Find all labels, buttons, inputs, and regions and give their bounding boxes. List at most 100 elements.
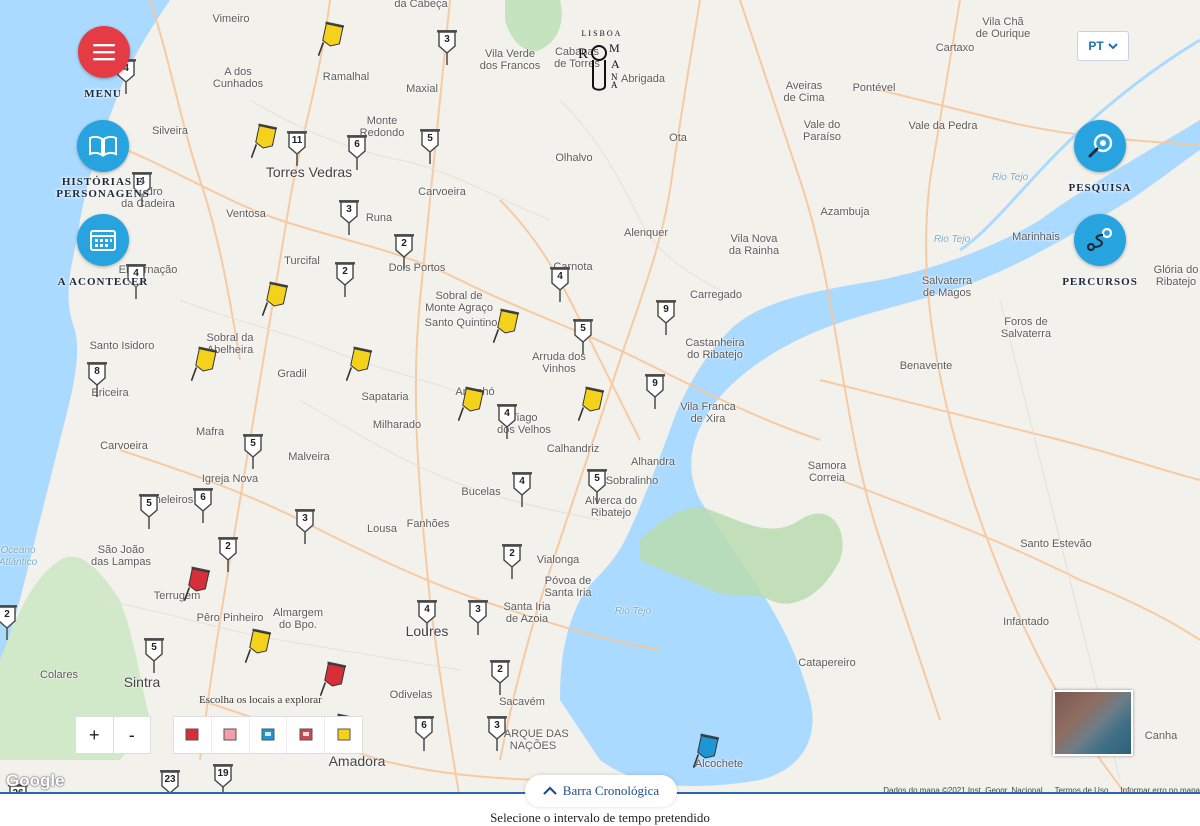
- heritage-flag-marker[interactable]: [250, 122, 278, 162]
- zoom-controls: + -: [75, 716, 151, 754]
- location-cluster-marker[interactable]: 8: [86, 360, 108, 398]
- place-label: Vila Chã de Ourique: [975, 16, 1031, 40]
- marker-count: 2: [401, 238, 407, 249]
- heritage-flag-marker[interactable]: [457, 385, 485, 425]
- place-label: Santo Estevão: [1020, 538, 1092, 550]
- place-label: Torres Vedras: [265, 164, 353, 180]
- location-cluster-marker[interactable]: 3: [467, 598, 489, 636]
- marker-count: 4: [424, 604, 430, 615]
- place-label: Oceano Atlântico: [0, 545, 38, 568]
- heritage-flag-marker[interactable]: [692, 732, 720, 772]
- location-cluster-marker[interactable]: 3: [436, 28, 458, 66]
- place-label: Santo Quintino: [424, 317, 498, 329]
- location-cluster-marker[interactable]: 2: [501, 542, 523, 580]
- location-cluster-marker[interactable]: 4: [511, 470, 533, 508]
- location-cluster-marker[interactable]: 5: [143, 636, 165, 674]
- heritage-flag-marker[interactable]: [190, 345, 218, 385]
- routes-button[interactable]: [1074, 214, 1126, 266]
- filter-red-button[interactable]: [174, 717, 211, 753]
- location-cluster-marker[interactable]: 3: [486, 714, 508, 752]
- heritage-flag-marker[interactable]: [244, 627, 272, 667]
- location-cluster-marker[interactable]: 9: [644, 372, 666, 410]
- location-cluster-marker[interactable]: 4: [416, 598, 438, 636]
- flag-icon: [345, 346, 373, 382]
- stories-button[interactable]: [77, 120, 129, 172]
- marker-count: 2: [497, 664, 503, 675]
- map-canvas[interactable]: Vimeiro da Cabeça A dos Cunhados Ramalhal Vi…: [0, 0, 1200, 800]
- location-cluster-marker[interactable]: 2: [217, 535, 239, 573]
- location-cluster-marker[interactable]: 4: [496, 402, 518, 440]
- marker-count: 3: [302, 513, 308, 524]
- filter-pink-button[interactable]: [210, 717, 249, 753]
- place-label: Ramalhal: [322, 71, 370, 83]
- marker-count: 5: [580, 323, 586, 334]
- route-icon: [1086, 227, 1113, 252]
- zoom-out-button[interactable]: -: [112, 717, 151, 753]
- place-label: Sacavém: [499, 696, 545, 708]
- location-cluster-marker[interactable]: 5: [419, 127, 441, 165]
- search-button[interactable]: [1074, 120, 1126, 172]
- location-cluster-marker[interactable]: 6: [346, 133, 368, 171]
- location-cluster-marker[interactable]: 2: [393, 232, 415, 270]
- place-label: Azambuja: [820, 206, 870, 218]
- location-cluster-marker[interactable]: 5: [138, 492, 160, 530]
- flag-red-icon: [185, 728, 199, 741]
- marker-count: 4: [519, 476, 525, 487]
- marker-count: 3: [494, 720, 500, 731]
- menu-button[interactable]: [78, 26, 130, 78]
- marker-count: 8: [94, 366, 100, 377]
- location-cluster-marker[interactable]: 2: [334, 260, 356, 298]
- logo-top-text: LISBOA: [582, 29, 623, 38]
- heritage-flag-marker[interactable]: [261, 280, 289, 320]
- place-label: Santa Iria de Azoia: [503, 601, 551, 625]
- marker-count: 2: [509, 548, 515, 559]
- place-label: Foros de Salvaterra: [1000, 316, 1052, 340]
- place-label: Vila Nova da Rainha: [728, 233, 780, 257]
- place-label: Infantado: [1003, 616, 1049, 628]
- heritage-flag-marker[interactable]: [492, 307, 520, 347]
- location-cluster-marker[interactable]: 2: [489, 658, 511, 696]
- place-label: Ventosa: [226, 208, 266, 220]
- marker-count: 3: [346, 204, 352, 215]
- location-cluster-marker[interactable]: 9: [655, 298, 677, 336]
- happening-button[interactable]: [77, 214, 129, 266]
- hamburger-icon: [93, 44, 115, 61]
- place-label: Carregado: [690, 289, 742, 301]
- svg-text:R: R: [578, 46, 588, 62]
- satellite-view-toggle[interactable]: [1053, 690, 1133, 756]
- language-selector[interactable]: PT: [1077, 31, 1129, 61]
- marker-count: 5: [427, 133, 433, 144]
- heritage-flag-marker[interactable]: [319, 660, 347, 700]
- location-cluster-marker[interactable]: 3: [338, 198, 360, 236]
- location-cluster-marker[interactable]: 5: [586, 467, 608, 505]
- filter-yellow-button[interactable]: [324, 717, 362, 753]
- heritage-flag-marker[interactable]: [345, 345, 373, 385]
- marker-count: 3: [475, 604, 481, 615]
- lisboa-romana-logo: LISBOA R M A N A: [576, 28, 628, 92]
- menu-label: MENU: [84, 88, 122, 100]
- location-cluster-marker[interactable]: 3: [294, 507, 316, 545]
- place-label: São João das Lampas: [91, 544, 151, 568]
- flag-pink-icon: [223, 728, 237, 741]
- location-cluster-marker[interactable]: 6: [413, 714, 435, 752]
- location-cluster-marker[interactable]: 4: [549, 265, 571, 303]
- filter-blue-button[interactable]: [248, 717, 287, 753]
- heritage-flag-marker[interactable]: [317, 20, 345, 60]
- place-label: da Cabeça: [394, 0, 448, 10]
- place-label: Malveira: [288, 451, 330, 463]
- zoom-in-button[interactable]: +: [76, 717, 113, 753]
- filters-title: Escolha os locais a explorar: [199, 694, 322, 706]
- timeline-toggle-button[interactable]: Barra Cronológica: [525, 775, 677, 807]
- marker-count: 5: [146, 498, 152, 509]
- heritage-flag-marker[interactable]: [577, 385, 605, 425]
- location-cluster-marker[interactable]: 11: [286, 129, 308, 167]
- location-cluster-marker[interactable]: 2: [0, 603, 18, 641]
- place-label: Alhandra: [630, 456, 676, 468]
- location-cluster-marker[interactable]: 5: [572, 317, 594, 355]
- marker-count: 6: [200, 492, 206, 503]
- place-label: PARQUE DAS NAÇÕES: [497, 728, 569, 752]
- location-cluster-marker[interactable]: 5: [242, 432, 264, 470]
- location-cluster-marker[interactable]: 6: [192, 486, 214, 524]
- filter-darkred-button[interactable]: [286, 717, 324, 753]
- heritage-flag-marker[interactable]: [183, 565, 211, 605]
